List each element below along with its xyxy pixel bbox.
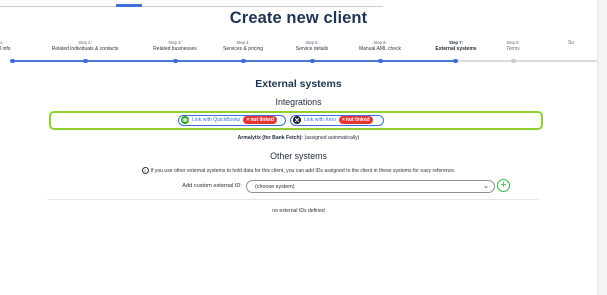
add-external-id-button[interactable]: + [497, 179, 510, 192]
step-label: l info [0, 46, 11, 52]
quickbooks-status-text: not linked [250, 117, 274, 123]
chevron-down-icon: ⌄ [483, 183, 489, 190]
external-systems-heading: External systems [255, 78, 342, 90]
step-label: Services & pricing [222, 46, 263, 52]
quickbooks-link-label: Link with QuickBooks [192, 117, 241, 123]
other-systems-info: i If you use other external systems to ho… [0, 167, 597, 174]
xero-link-label: Link with Xero [304, 117, 336, 123]
step-6[interactable]: Step 6: Manual AML check [348, 40, 412, 53]
step-dot [83, 58, 88, 63]
stepper-remaining-line [455, 60, 597, 62]
step-dot [173, 58, 178, 63]
top-divider [0, 6, 383, 7]
step-label: Related businesses [153, 46, 197, 52]
link-quickbooks-button[interactable]: Link with QuickBooks × not linked [178, 114, 286, 126]
step-2[interactable]: Step 2: Related individuals & contacts [33, 40, 137, 53]
top-tab-indicator [116, 4, 142, 7]
integrations-box: Link with QuickBooks × not linked Link w… [49, 111, 543, 130]
step-dot [511, 58, 516, 63]
row-divider [47, 199, 538, 200]
wizard-stepper: 1: l info Step 2: Related individuals & … [0, 40, 597, 72]
link-xero-button[interactable]: Link with Xero × not linked [290, 114, 384, 126]
step-4[interactable]: Step 4: Services & pricing [210, 40, 276, 53]
info-icon: i [141, 167, 149, 174]
other-systems-info-text: If you use other external systems to hol… [150, 167, 456, 174]
step-dot [10, 58, 15, 63]
page-scrollbar[interactable] [597, 0, 607, 295]
no-external-ids-message: no external IDs defined [272, 208, 325, 214]
quickbooks-status-badge: × not linked [243, 116, 277, 124]
other-systems-heading: Other systems [270, 151, 327, 161]
external-system-select[interactable]: (choose system) ⌄ [246, 180, 495, 193]
armalytix-value: (assigned automatically) [304, 135, 360, 141]
create-client-page: Create new client 1: l info Step 2: Rela… [0, 0, 597, 295]
step-label: Su [567, 40, 575, 46]
custom-external-id-label: Add custom external ID: [182, 183, 242, 189]
step-5[interactable]: Step 5: Service details [282, 40, 342, 53]
close-icon: × [342, 117, 345, 123]
step-dot [378, 58, 383, 63]
step-dot [310, 58, 315, 63]
step-3[interactable]: Step 3: Related businesses [142, 40, 208, 53]
step-7[interactable]: Step 7: External systems [422, 40, 490, 53]
step-label: Terms [506, 46, 520, 52]
xero-logo-icon [293, 116, 301, 124]
step-9[interactable]: Su [561, 40, 581, 47]
step-label: Related individuals & contacts [51, 46, 119, 52]
xero-status-text: not linked [345, 117, 370, 123]
close-icon: × [246, 117, 250, 123]
plus-icon: + [500, 179, 507, 191]
step-dot-active [453, 58, 458, 63]
step-8[interactable]: Step 8: Terms [497, 40, 529, 53]
step-label: Service details [295, 46, 329, 52]
select-value: (choose system) [255, 184, 295, 190]
quickbooks-logo-icon [181, 116, 189, 124]
integrations-heading: Integrations [275, 97, 322, 107]
xero-status-badge: × not linked [339, 116, 373, 124]
custom-external-id-row: Add custom external ID: (choose system) … [0, 179, 597, 194]
stepper-progress-line [12, 60, 455, 62]
armalytix-label: Armalytix (for Bank Fetch): [237, 135, 304, 141]
step-1[interactable]: 1: l info [0, 40, 11, 53]
armalytix-line: Armalytix (for Bank Fetch): (assigned au… [0, 135, 597, 141]
page-title: Create new client [229, 9, 368, 27]
step-dot [241, 58, 246, 63]
step-label: Manual AML check [358, 46, 402, 52]
step-label: External systems [435, 46, 477, 52]
